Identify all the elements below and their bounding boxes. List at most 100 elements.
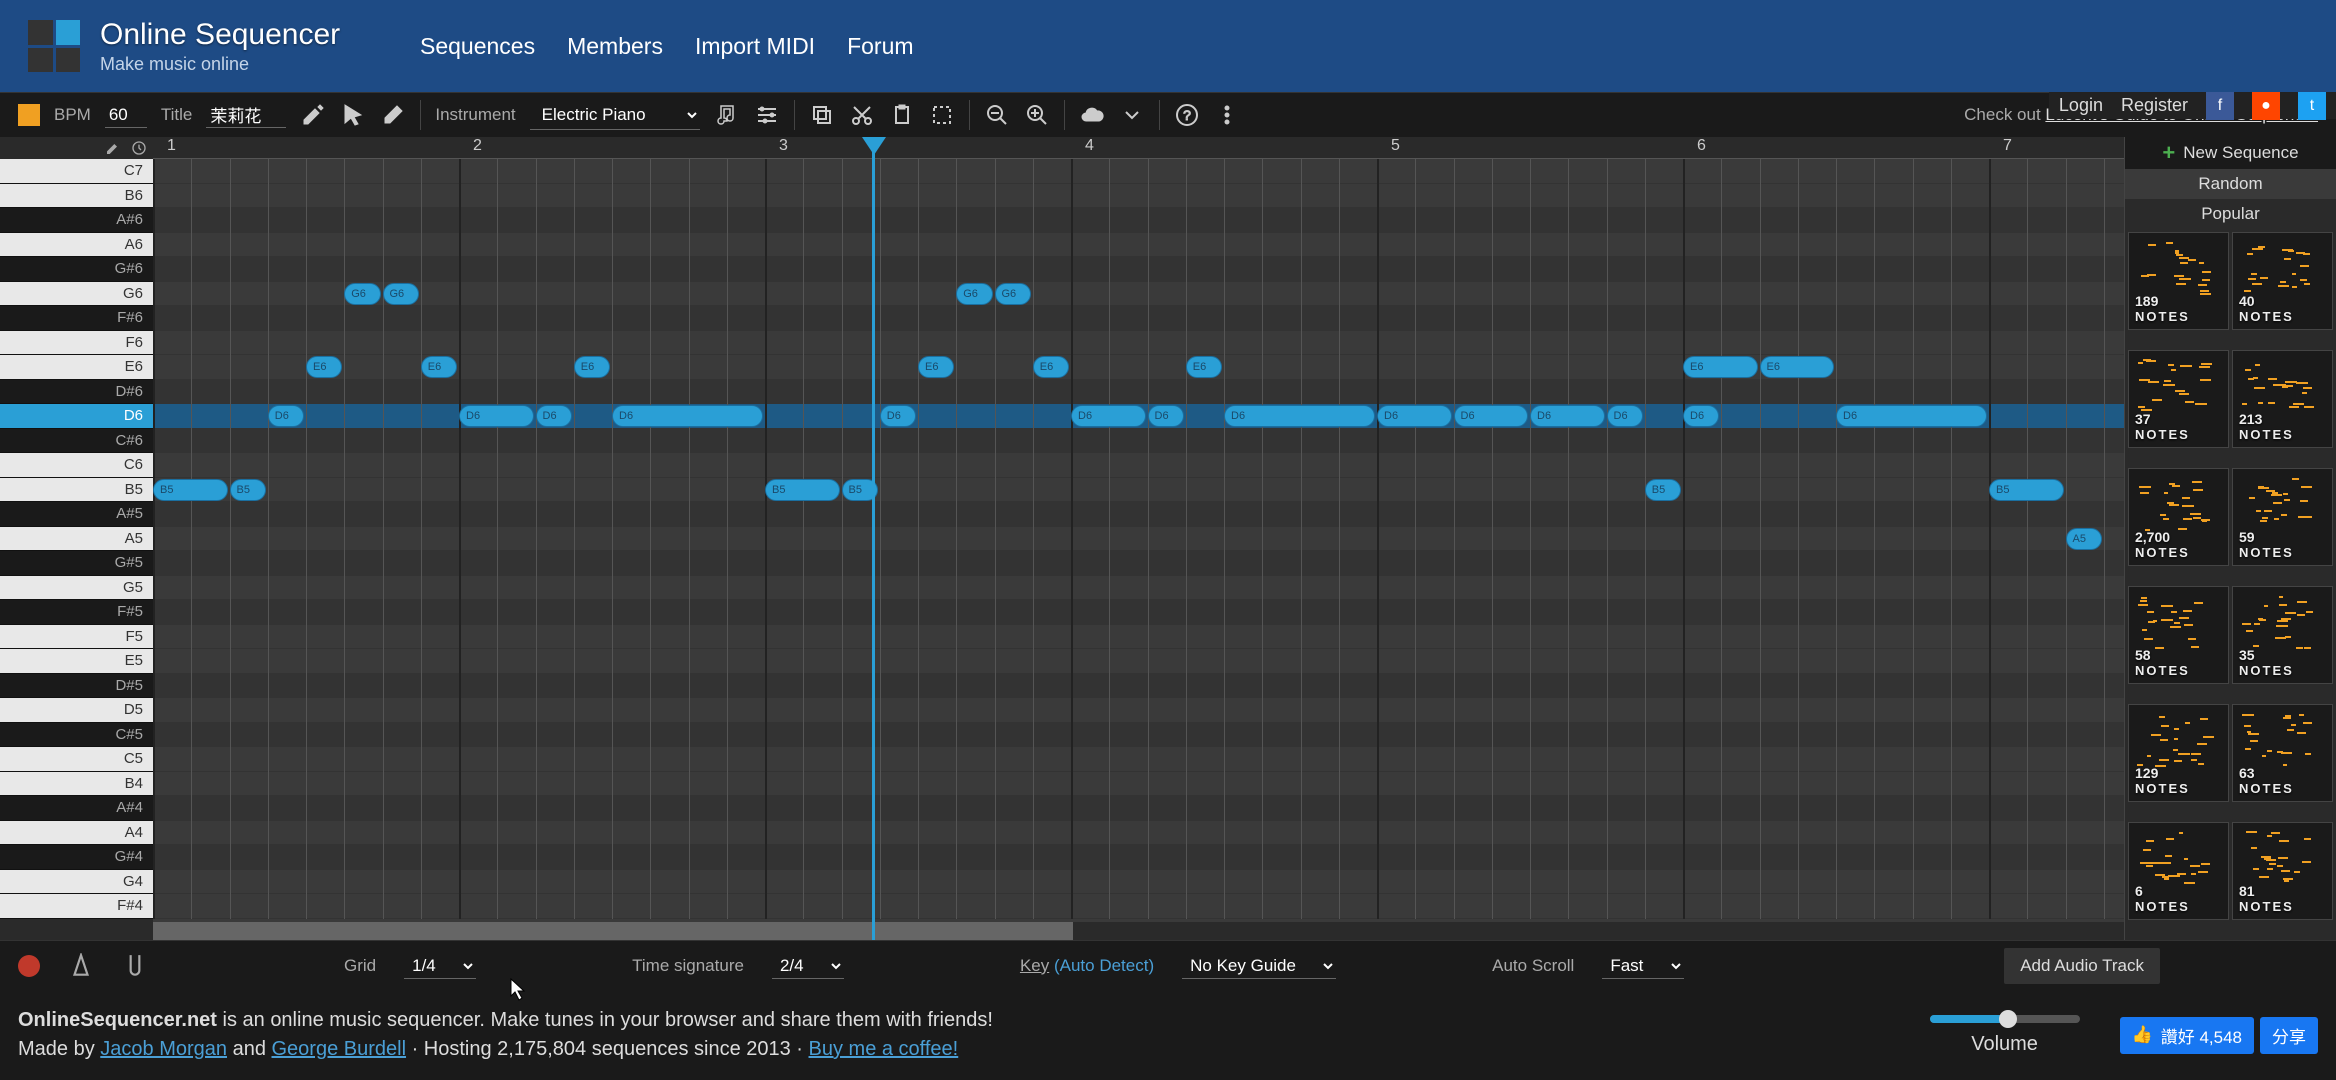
grid-row-D5[interactable]: [153, 698, 2124, 723]
grid-row-B4[interactable]: [153, 772, 2124, 797]
grid-row-F#6[interactable]: [153, 306, 2124, 331]
sequence-thumb[interactable]: 59NOTES: [2232, 468, 2333, 566]
note-options-icon[interactable]: [714, 102, 740, 128]
record-button[interactable]: [18, 955, 40, 977]
key-G#4[interactable]: G#4: [0, 845, 153, 870]
note-E6[interactable]: E6: [1760, 356, 1835, 378]
grid-row-A#4[interactable]: [153, 796, 2124, 821]
key-D#5[interactable]: D#5: [0, 674, 153, 699]
key-C5[interactable]: C5: [0, 747, 153, 772]
sequence-thumb[interactable]: 40NOTES: [2232, 232, 2333, 330]
note-G6[interactable]: G6: [344, 283, 380, 305]
key-C6[interactable]: C6: [0, 453, 153, 478]
cut-icon[interactable]: [849, 102, 875, 128]
instrument-select[interactable]: Electric Piano: [530, 100, 700, 130]
sequence-thumb[interactable]: 37NOTES: [2128, 350, 2229, 448]
fb-share-button[interactable]: 分享: [2260, 1017, 2318, 1054]
sequence-thumb[interactable]: 2,700NOTES: [2128, 468, 2229, 566]
note-D6[interactable]: D6: [536, 405, 572, 427]
tuning-icon[interactable]: [122, 953, 148, 979]
key-D5[interactable]: D5: [0, 698, 153, 723]
nav-sequences[interactable]: Sequences: [420, 33, 535, 60]
grid-row-E5[interactable]: [153, 649, 2124, 674]
grid-row-C6[interactable]: [153, 453, 2124, 478]
note-B5[interactable]: B5: [1645, 479, 1681, 501]
note-E6[interactable]: E6: [1033, 356, 1069, 378]
select-icon[interactable]: [929, 102, 955, 128]
note-E6[interactable]: E6: [574, 356, 610, 378]
note-B5[interactable]: B5: [230, 479, 266, 501]
note-B5[interactable]: B5: [1989, 479, 2064, 501]
note-D6[interactable]: D6: [1530, 405, 1605, 427]
key-A#5[interactable]: A#5: [0, 502, 153, 527]
note-D6[interactable]: D6: [268, 405, 304, 427]
key-G#5[interactable]: G#5: [0, 551, 153, 576]
key-C#6[interactable]: C#6: [0, 429, 153, 454]
note-D6[interactable]: D6: [1377, 405, 1452, 427]
note-D6[interactable]: D6: [1683, 405, 1719, 427]
sequence-thumb[interactable]: 213NOTES: [2232, 350, 2333, 448]
key-B4[interactable]: B4: [0, 772, 153, 797]
note-grid[interactable]: 1234567 B5B5D6E6G6G6E6D6D6E6D6B5B5D6E6G6…: [153, 137, 2124, 940]
grid-row-G6[interactable]: [153, 282, 2124, 307]
grid-row-G4[interactable]: [153, 870, 2124, 895]
grid-row-G5[interactable]: [153, 576, 2124, 601]
key-F#4[interactable]: F#4: [0, 894, 153, 919]
key-A4[interactable]: A4: [0, 821, 153, 846]
note-B5[interactable]: B5: [153, 479, 228, 501]
scrollbar-thumb[interactable]: [153, 922, 1073, 940]
grid-row-A#6[interactable]: [153, 208, 2124, 233]
note-D6[interactable]: D6: [1454, 405, 1529, 427]
grid-row-A#5[interactable]: [153, 502, 2124, 527]
note-A5[interactable]: A5: [2066, 528, 2102, 550]
grid-row-A4[interactable]: [153, 821, 2124, 846]
nav-import-midi[interactable]: Import MIDI: [695, 33, 815, 60]
key-F#5[interactable]: F#5: [0, 600, 153, 625]
help-icon[interactable]: ?: [1174, 102, 1200, 128]
fb-like-button[interactable]: 👍 讚好 4,548: [2120, 1017, 2254, 1054]
grid-row-C#6[interactable]: [153, 429, 2124, 454]
key-A5[interactable]: A5: [0, 527, 153, 552]
key-C7[interactable]: C7: [0, 159, 153, 184]
key-D6[interactable]: D6: [0, 404, 153, 429]
grid-row-F6[interactable]: [153, 331, 2124, 356]
note-E6[interactable]: E6: [1186, 356, 1222, 378]
key-D#6[interactable]: D#6: [0, 380, 153, 405]
nav-members[interactable]: Members: [567, 33, 663, 60]
grid-row-D#6[interactable]: [153, 380, 2124, 405]
sequence-thumb[interactable]: 58NOTES: [2128, 586, 2229, 684]
note-E6[interactable]: E6: [306, 356, 342, 378]
login-link[interactable]: Login: [2059, 95, 2103, 116]
grid-row-C#5[interactable]: [153, 723, 2124, 748]
author1-link[interactable]: Jacob Morgan: [100, 1038, 227, 1060]
key-G#6[interactable]: G#6: [0, 257, 153, 282]
facebook-icon[interactable]: f: [2206, 92, 2234, 120]
key-F5[interactable]: F5: [0, 625, 153, 650]
timeline-ruler[interactable]: 1234567: [153, 137, 2124, 159]
eraser-tool-icon[interactable]: [380, 102, 406, 128]
note-D6[interactable]: D6: [1836, 405, 1987, 427]
note-E6[interactable]: E6: [918, 356, 954, 378]
new-sequence-button[interactable]: + New Sequence: [2125, 137, 2336, 169]
key-C#5[interactable]: C#5: [0, 723, 153, 748]
note-D6[interactable]: D6: [459, 405, 534, 427]
note-G6[interactable]: G6: [383, 283, 419, 305]
grid-row-F#4[interactable]: [153, 894, 2124, 919]
bpm-input[interactable]: [105, 103, 147, 128]
grid-row-A5[interactable]: [153, 527, 2124, 552]
key-B6[interactable]: B6: [0, 184, 153, 209]
reddit-icon[interactable]: ●: [2252, 92, 2280, 120]
sequence-thumb[interactable]: 189NOTES: [2128, 232, 2229, 330]
coffee-link[interactable]: Buy me a coffee!: [809, 1038, 959, 1060]
sequence-thumb[interactable]: 35NOTES: [2232, 586, 2333, 684]
grid-row-B5[interactable]: [153, 478, 2124, 503]
tab-random[interactable]: Random: [2125, 169, 2336, 199]
register-link[interactable]: Register: [2121, 95, 2188, 116]
key-E6[interactable]: E6: [0, 355, 153, 380]
add-audio-track-button[interactable]: Add Audio Track: [2004, 948, 2160, 984]
copy-icon[interactable]: [809, 102, 835, 128]
playhead[interactable]: [872, 137, 875, 940]
author2-link[interactable]: George Burdell: [272, 1038, 407, 1060]
note-D6[interactable]: D6: [1071, 405, 1146, 427]
note-D6[interactable]: D6: [1224, 405, 1375, 427]
